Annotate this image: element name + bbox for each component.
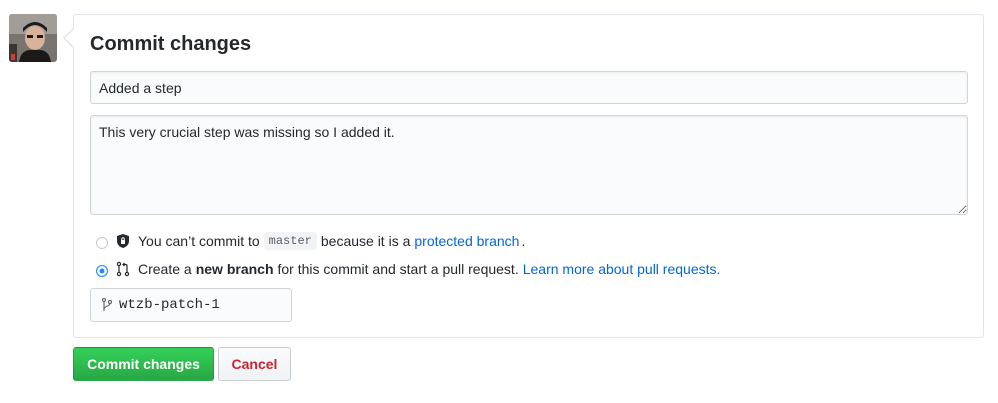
card-pointer-inner (65, 29, 74, 47)
direct-commit-text-middle: because it is a (320, 233, 411, 249)
branch-name-input[interactable] (119, 297, 289, 313)
cancel-button[interactable]: Cancel (218, 347, 291, 381)
learn-more-pull-requests-link[interactable]: Learn more about pull requests. (523, 261, 721, 277)
git-pull-request-icon (115, 261, 131, 277)
shield-lock-icon (115, 233, 131, 249)
protected-branch-name: master (263, 232, 317, 250)
protected-branch-link[interactable]: protected branch (414, 233, 519, 249)
new-branch-text-middle: for this commit and start a pull request… (277, 261, 519, 277)
commit-description-textarea[interactable]: This very crucial step was missing so I … (90, 115, 968, 215)
radio-direct-commit[interactable] (96, 237, 108, 249)
radio-new-branch[interactable] (96, 265, 108, 277)
new-branch-bold: new branch (195, 261, 274, 277)
git-branch-icon (101, 297, 113, 313)
option-new-branch: Create a new branch for this commit and … (96, 261, 722, 277)
new-branch-text-before: Create a (138, 261, 192, 277)
avatar-image (9, 14, 57, 62)
commit-summary-input[interactable] (90, 71, 968, 104)
option-direct-commit: You can’t commit to master because it is… (96, 232, 525, 250)
direct-commit-text-before: You can’t commit to (138, 233, 260, 249)
avatar[interactable] (9, 14, 57, 62)
commit-form-card: Commit changes This very crucial step wa… (73, 14, 984, 338)
commit-changes-button[interactable]: Commit changes (73, 347, 214, 381)
commit-form-title: Commit changes (90, 33, 252, 55)
direct-commit-text-after: . (521, 233, 526, 249)
branch-name-field (90, 288, 292, 322)
